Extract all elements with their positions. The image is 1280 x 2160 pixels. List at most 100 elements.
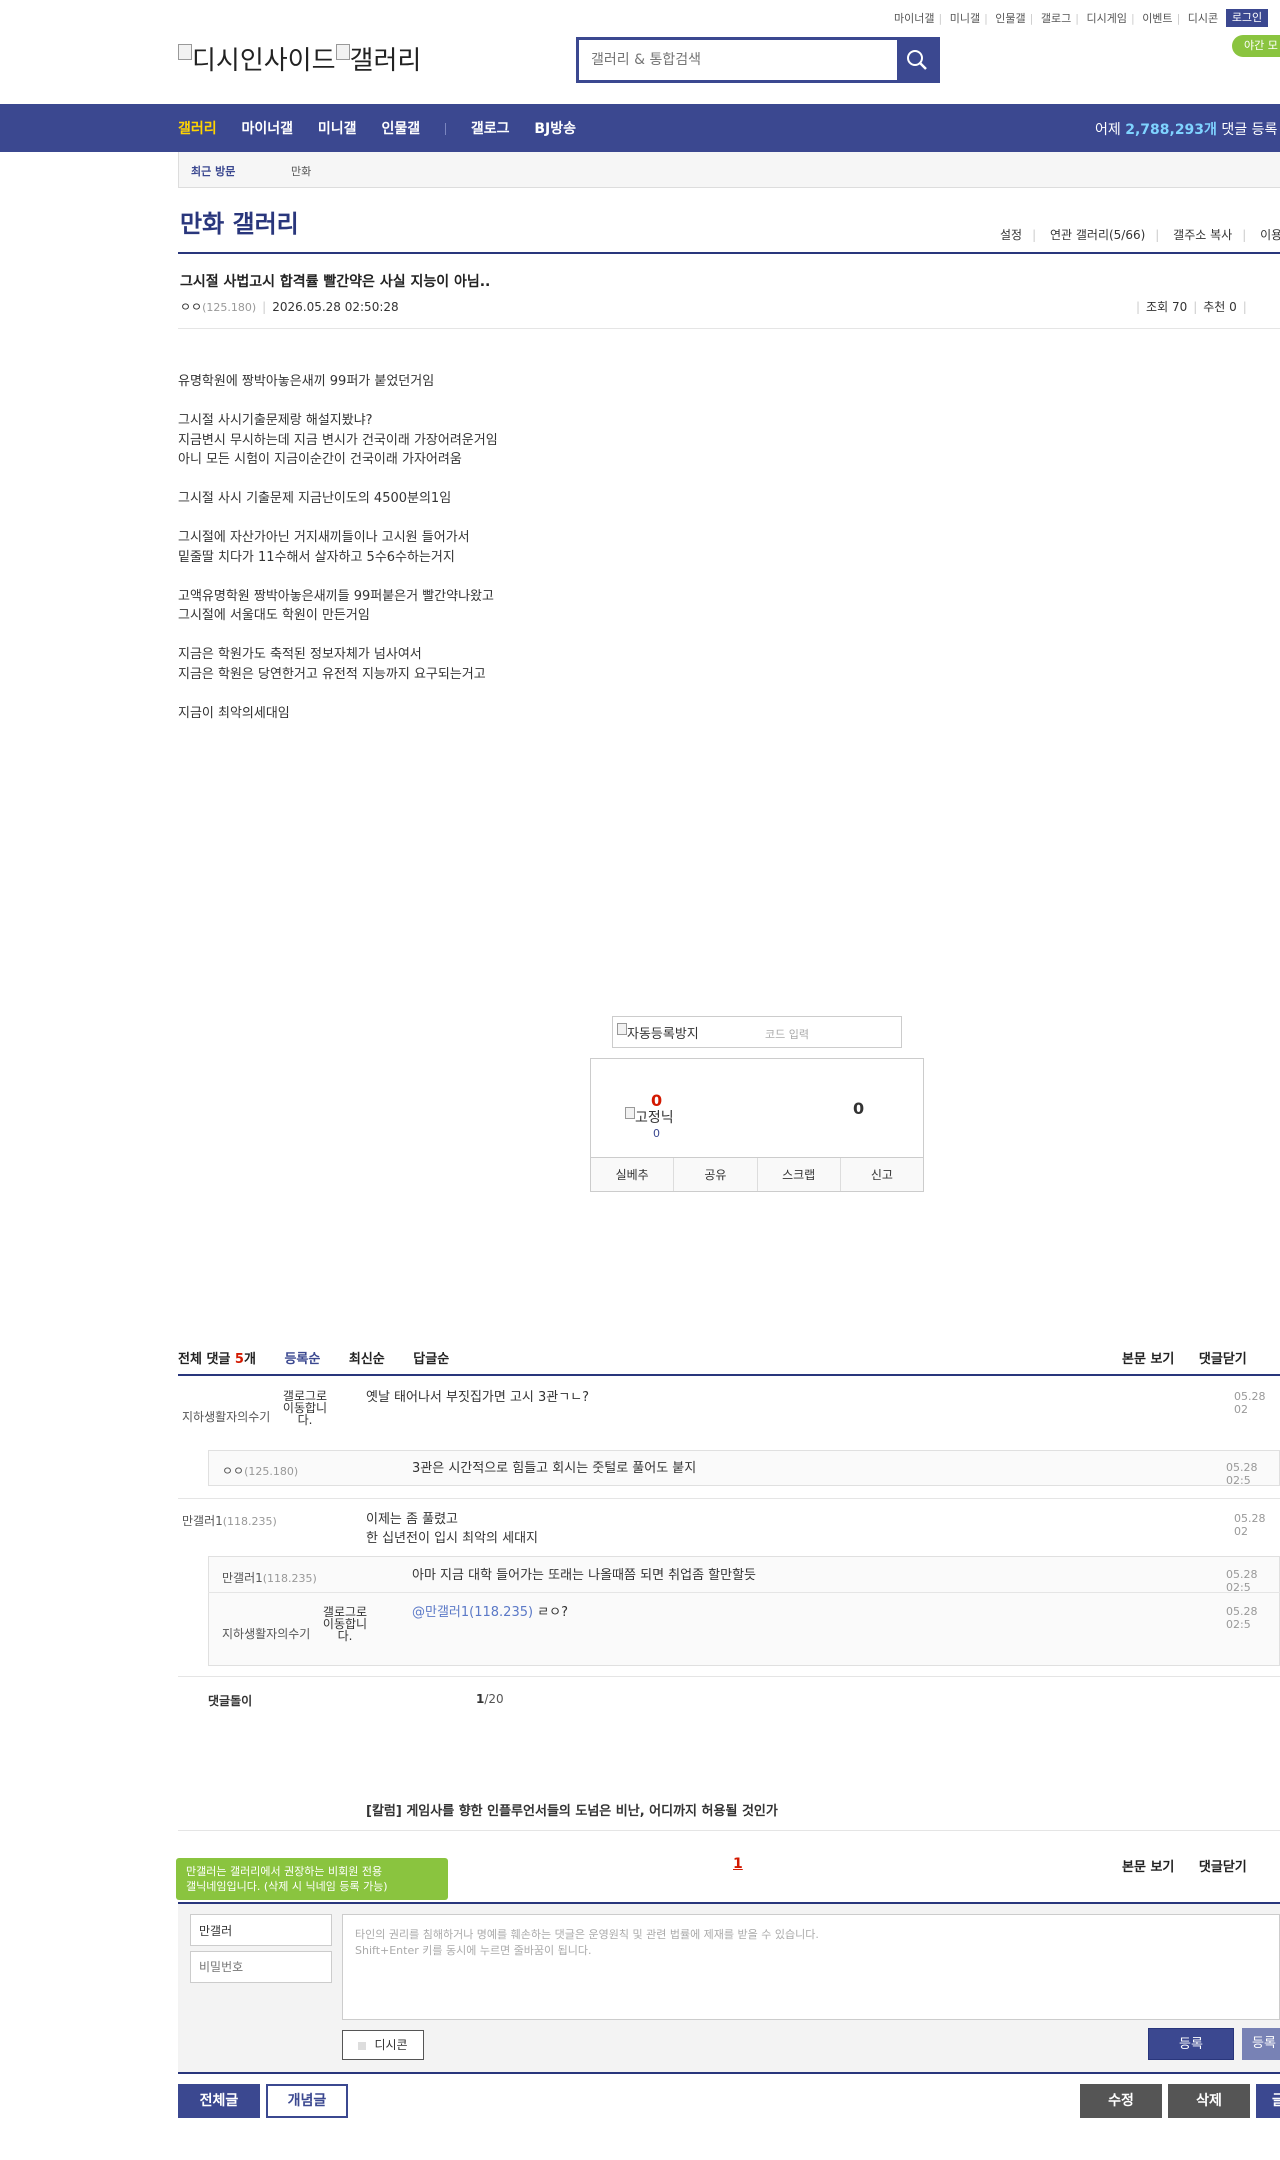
reply-date: 05.28 02:5 — [1226, 1568, 1258, 1594]
recent-visits: 최근 방문 만화 — [178, 152, 1280, 188]
logo-alt-dcinside: 디시인사이드 — [192, 46, 336, 76]
post-title: 그시절 사법고시 합격률 빨간약은 사실 지능이 아님.. — [180, 274, 491, 290]
reply-author[interactable]: 만갤러1(118.235) — [222, 1569, 317, 1586]
view-body-link[interactable]: 본문 보기 — [1122, 1860, 1174, 1875]
search-bar — [576, 37, 940, 83]
downvote-count: 0 — [853, 1099, 865, 1118]
menu-related[interactable]: 연관 갤러리(5/66) — [1050, 228, 1145, 242]
toplink-gallog[interactable]: 갤로그 — [1037, 12, 1075, 25]
sort-latest[interactable]: 최신순 — [349, 1352, 385, 1367]
menu-settings[interactable]: 설정 — [1000, 228, 1022, 242]
realbest-recommend-button[interactable]: 실베추 — [591, 1158, 675, 1191]
nav-gallog[interactable]: 갤로그 — [471, 121, 510, 137]
close-comments-link[interactable]: 댓글닫기 — [1199, 1352, 1247, 1367]
dccon-icon — [358, 2041, 367, 2050]
toplink-mini[interactable]: 미니갤 — [946, 12, 984, 25]
comment-page-1[interactable]: 1 — [733, 1856, 743, 1872]
view-body-link[interactable]: 본문 보기 — [1122, 1352, 1174, 1367]
site-logo[interactable]: 디시인사이드 갤러리 — [178, 40, 421, 77]
reply-author[interactable]: 지하생활자의수기 — [222, 1625, 310, 1642]
menu-copy-url[interactable]: 갤주소 복사 — [1173, 228, 1232, 242]
nav-person[interactable]: 인물갤 — [381, 121, 420, 137]
top-links: 마이너갤 | 미니갤 | 인물갤 | 갤로그 | 디시게임 | 이벤트 | 디시콘 — [890, 10, 1222, 26]
dccon-button[interactable]: 디시콘 — [342, 2030, 424, 2060]
divider — [178, 328, 1280, 329]
toplink-person[interactable]: 인물갤 — [991, 12, 1029, 25]
logo-alt-gallery: 갤러리 — [349, 46, 422, 76]
comment-text: 이제는 좀 풀렸고 한 십년전이 입시 최악의 세대지 — [366, 1512, 539, 1546]
reply-text: 아마 지금 대학 들어가는 또래는 나올때쯤 되면 취업좀 할만할듯 — [412, 1568, 757, 1583]
main-nav: 갤러리 마이너갤 미니갤 인물갤 갤로그 BJ방송 어제 2,788,293개 … — [0, 104, 1280, 152]
comments-header: 전체 댓글 5개 등록순 최신순 답글순 — [178, 1352, 450, 1367]
captcha-field[interactable]: 자동등록방지 코드 입력 — [612, 1016, 902, 1048]
reply-date: 05.28 02:5 — [1226, 1605, 1258, 1631]
gallery-title[interactable]: 만화 갤러리 — [180, 204, 299, 239]
night-mode-button[interactable]: 야간 모 — [1232, 35, 1280, 57]
reply-text: 3관은 시간적으로 힘들고 회시는 줏털로 풀어도 붙지 — [412, 1461, 697, 1476]
write-button[interactable]: 글 — [1256, 2084, 1280, 2118]
delete-button[interactable]: 삭제 — [1168, 2084, 1250, 2118]
search-input[interactable] — [579, 40, 897, 80]
nav-gallery[interactable]: 갤러리 — [178, 121, 217, 137]
nav-divider — [444, 123, 446, 135]
reply-row — [208, 1450, 1280, 1486]
post-recommend: 추천 0 — [1203, 300, 1237, 314]
comment-author[interactable]: 만갤러1(118.235) — [182, 1512, 277, 1529]
login-button[interactable]: 로그인 — [1226, 9, 1268, 27]
captcha-placeholder: 코드 입력 — [765, 1028, 809, 1041]
comment-textarea[interactable]: 타인의 권리를 침해하거나 명예를 훼손하는 댓글은 운영원칙 및 관련 법률에… — [342, 1914, 1280, 2020]
divider — [178, 1498, 1280, 1499]
sort-replies[interactable]: 답글순 — [413, 1352, 449, 1367]
gallog-link-icon[interactable]: 갤로그로 이동합니다. — [276, 1390, 334, 1426]
nav-bj[interactable]: BJ방송 — [534, 121, 576, 137]
concept-posts-button[interactable]: 개념글 — [266, 2084, 348, 2118]
scrap-button[interactable]: 스크랩 — [758, 1158, 841, 1191]
comment-date: 05.28 02 — [1234, 1390, 1266, 1416]
comment-stats: 어제 2,788,293개 댓글 등록 — [1095, 122, 1278, 138]
submit-recommend-button[interactable]: 등록 — [1242, 2028, 1280, 2060]
divider — [208, 1592, 1280, 1593]
sort-registered[interactable]: 등록순 — [284, 1352, 320, 1367]
divider — [178, 1374, 1280, 1376]
toplink-dcgame[interactable]: 디시게임 — [1082, 12, 1130, 25]
post-meta: ㅇㅇ(125.180) | 2026.05.28 02:50:28 — [180, 300, 399, 314]
menu-usage[interactable]: 이용 — [1260, 228, 1280, 242]
toplink-event[interactable]: 이벤트 — [1138, 12, 1176, 25]
post-views: 조회 70 — [1146, 300, 1188, 314]
recent-item[interactable]: 만화 — [291, 163, 311, 179]
reply-text: @만갤러1(118.235) ㄹㅇ? — [412, 1605, 569, 1620]
fixed-nick-count: 0 — [653, 1127, 660, 1140]
post-author[interactable]: ㅇㅇ — [180, 300, 202, 314]
toplink-dccon[interactable]: 디시콘 — [1184, 12, 1222, 25]
share-button[interactable]: 공유 — [674, 1158, 758, 1191]
close-comments-link[interactable]: 댓글닫기 — [1199, 1860, 1247, 1875]
toplink-minor[interactable]: 마이너갤 — [890, 12, 938, 25]
search-button[interactable] — [897, 40, 937, 80]
broken-image-icon — [617, 1023, 627, 1035]
report-button[interactable]: 신고 — [841, 1158, 923, 1191]
gallog-link-icon[interactable]: 갤로그로 이동합니다. — [316, 1606, 374, 1642]
reply-author[interactable]: ㅇㅇ(125.180) — [222, 1462, 298, 1479]
nav-mini[interactable]: 미니갤 — [318, 121, 357, 137]
comment-links-bottom: 본문 보기 댓글닫기 — [1122, 1856, 1267, 1875]
comment-bot-label[interactable]: 댓글돌이 — [208, 1692, 252, 1709]
comment-text: 옛날 태어나서 부짓집가면 고시 3관ㄱㄴ? — [366, 1390, 590, 1405]
nav-minor[interactable]: 마이너갤 — [242, 121, 294, 137]
comment-author[interactable]: 지하생활자의수기 — [182, 1408, 270, 1425]
nickname-input[interactable] — [190, 1914, 332, 1946]
post-author-ip: (125.180) — [202, 301, 257, 314]
search-icon — [907, 50, 927, 70]
recent-label: 최근 방문 — [191, 165, 236, 178]
divider — [178, 1676, 1280, 1677]
submit-button[interactable]: 등록 — [1148, 2028, 1234, 2060]
comment-links: 본문 보기 댓글닫기 — [1122, 1348, 1267, 1367]
reply-date: 05.28 02:5 — [1226, 1461, 1258, 1487]
broken-image-icon — [335, 44, 350, 60]
password-input[interactable] — [190, 1951, 332, 1983]
column-link[interactable]: [칼럼] 게임사를 향한 인플루언서들의 도넘은 비난, 어디까지 허용될 것인… — [366, 1800, 778, 1819]
edit-button[interactable]: 수정 — [1080, 2084, 1162, 2118]
mention-link[interactable]: @만갤러1(118.235) — [412, 1605, 533, 1620]
all-posts-button[interactable]: 전체글 — [178, 2084, 260, 2118]
comment-bot-pages: 1/20 — [476, 1692, 504, 1706]
nick-tooltip: 만갤러는 갤러리에서 권장하는 비회원 전용 갤닉네임입니다. (삭제 시 닉네… — [176, 1858, 448, 1900]
